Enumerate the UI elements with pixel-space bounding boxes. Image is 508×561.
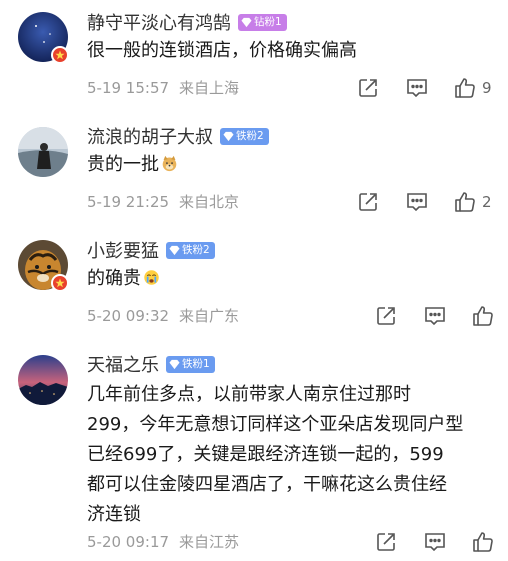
comment-button[interactable]: [405, 191, 429, 213]
like-button[interactable]: 9: [453, 77, 492, 99]
comment-text-line: 已经699了，关键是跟经济连锁一起的，599: [87, 444, 444, 465]
comment-time: 5-19 21:25: [87, 193, 170, 211]
share-icon: [377, 307, 395, 325]
verified-icon: [51, 274, 69, 292]
comment-actions: [375, 304, 500, 328]
share-icon: [359, 193, 377, 211]
share-button[interactable]: [357, 191, 379, 213]
username[interactable]: 流浪的胡子大叔: [87, 123, 213, 149]
comment-time: 5-20 09:17: [87, 533, 170, 551]
diamond-icon: [169, 359, 180, 369]
like-button[interactable]: [471, 531, 500, 553]
comment-icon: [425, 533, 445, 552]
thumbs-up-icon: [455, 78, 475, 98]
comment-meta: 5-20 09:32 来自广东: [87, 306, 239, 326]
fan-badge: 铁粉2: [166, 241, 215, 259]
comment-meta: 5-20 09:17 来自江苏: [87, 532, 239, 552]
thumbs-up-icon: [473, 532, 493, 552]
comment-text: 很一般的连锁酒店，价格确实偏高: [87, 40, 357, 61]
like-count: 9: [482, 79, 492, 97]
thumbs-up-icon: [473, 306, 493, 326]
share-button[interactable]: [357, 77, 379, 99]
username-row: 小彭要猛 铁粉2: [87, 238, 215, 262]
fan-badge: 铁粉2: [220, 127, 269, 145]
comment-list: 静守平淡心有鸿鹄 钻粉1 很一般的连锁酒店，价格确实偏高 5-19 15:57 来…: [0, 0, 508, 561]
comment-time: 5-20 09:32: [87, 307, 170, 325]
fan-badge-label: 铁粉2: [182, 243, 210, 256]
comment-button[interactable]: [423, 305, 447, 327]
doge-emoji-icon: [162, 155, 177, 172]
comment-location: 来自广东: [179, 307, 240, 325]
username-row: 流浪的胡子大叔 铁粉2: [87, 124, 269, 148]
share-icon: [359, 79, 377, 97]
like-count: 2: [482, 193, 492, 211]
thumbs-up-icon: [455, 192, 475, 212]
comment-actions: 9: [357, 76, 492, 100]
comment-text-content: 贵的一批: [87, 154, 159, 175]
comment-button[interactable]: [423, 531, 447, 553]
comment-meta: 5-19 15:57 来自上海: [87, 78, 239, 98]
comment-text: 的确贵: [87, 264, 492, 294]
share-icon: [377, 533, 395, 551]
comment-text-line: 都可以住金陵四星酒店了，干嘛花这么贵住经: [87, 474, 447, 495]
comment-location: 来自上海: [179, 79, 240, 97]
share-button[interactable]: [375, 305, 397, 327]
avatar[interactable]: [18, 127, 68, 177]
fan-badge-label: 钻粉1: [254, 15, 282, 28]
comment-actions: 2: [357, 190, 492, 214]
comment-button[interactable]: [405, 77, 429, 99]
fan-badge: 铁粉1: [166, 355, 215, 373]
like-button[interactable]: [471, 305, 500, 327]
username[interactable]: 天福之乐: [87, 351, 159, 377]
comment-text-line: 299，今年无意想订同样这个亚朵店发现同户型: [87, 414, 464, 435]
comment-icon: [407, 79, 427, 98]
comment-location: 来自江苏: [179, 533, 240, 551]
comment-time: 5-19 15:57: [87, 79, 170, 97]
avatar[interactable]: [18, 355, 68, 405]
share-button[interactable]: [375, 531, 397, 553]
username-row: 静守平淡心有鸿鹄 钻粉1: [87, 10, 287, 34]
comment-text-content: 的确贵: [87, 268, 141, 289]
like-button[interactable]: 2: [453, 191, 492, 213]
comment-text: 几年前住多点，以前带家人南京住过那时 299，今年无意想订同样这个亚朵店发现同户…: [87, 380, 492, 530]
verified-icon: [51, 46, 69, 64]
comment-text: 贵的一批: [87, 150, 492, 180]
comment-location: 来自北京: [179, 193, 240, 211]
comment-meta: 5-19 21:25 来自北京: [87, 192, 239, 212]
comment-text-line: 济连锁: [87, 504, 141, 525]
comment-icon: [425, 307, 445, 326]
fan-badge-label: 铁粉2: [236, 129, 264, 142]
comment-actions: [375, 530, 500, 554]
diamond-icon: [169, 245, 180, 255]
username[interactable]: 静守平淡心有鸿鹄: [87, 9, 231, 35]
fan-badge-label: 铁粉1: [182, 357, 210, 370]
diamond-icon: [223, 131, 234, 141]
comment-text-line: 几年前住多点，以前带家人南京住过那时: [87, 384, 411, 405]
crying-emoji-icon: [144, 270, 159, 285]
fan-badge: 钻粉1: [238, 13, 287, 31]
username-row: 天福之乐 铁粉1: [87, 352, 215, 376]
diamond-icon: [241, 17, 252, 27]
comment-icon: [407, 193, 427, 212]
username[interactable]: 小彭要猛: [87, 237, 159, 263]
